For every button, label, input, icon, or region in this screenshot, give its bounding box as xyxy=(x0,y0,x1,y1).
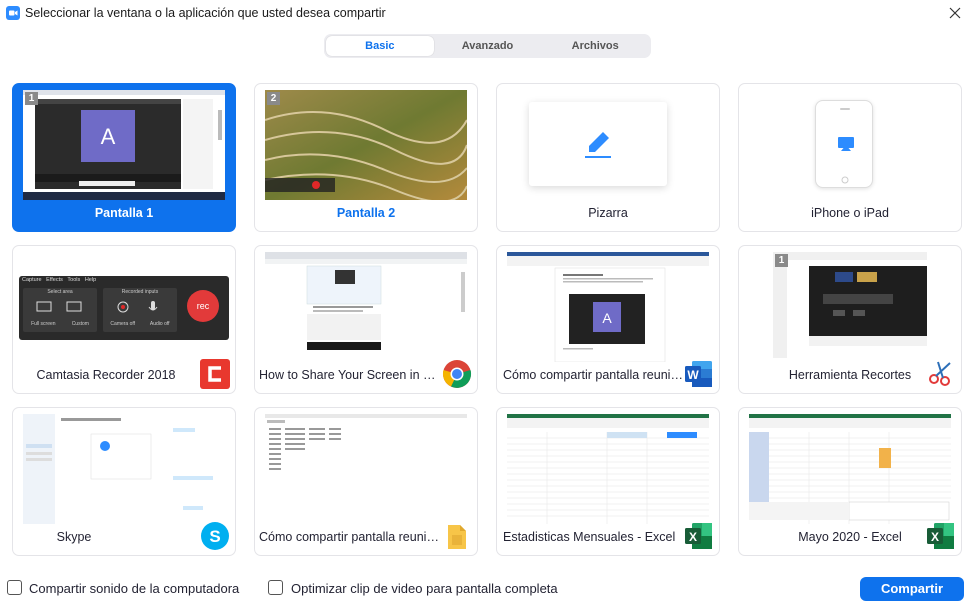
pencil-icon xyxy=(585,132,611,158)
close-button[interactable] xyxy=(944,3,966,23)
full-screen-label: Full screen xyxy=(31,321,56,327)
share-card-skype[interactable]: Skype S xyxy=(12,407,236,556)
share-sound-label: Compartir sonido de la computadora xyxy=(29,581,240,596)
audio-off-label: Audio off xyxy=(149,321,170,327)
card-label: How to Share Your Screen in a Zo... xyxy=(259,368,441,382)
recorder-menu-tools: Tools xyxy=(67,277,81,283)
chrome-thumbnail xyxy=(265,252,467,362)
camera-mic-icon xyxy=(117,301,158,313)
snipping-thumbnail: 1 xyxy=(773,252,927,358)
card-label: Cómo compartir pantalla reunio... xyxy=(259,530,441,544)
tab-avanzado[interactable]: Avanzado xyxy=(434,36,542,56)
explorer-thumbnail xyxy=(265,414,467,524)
card-label: Pizarra xyxy=(588,206,628,220)
zoom-logo-icon xyxy=(6,6,20,20)
share-card-pizarra[interactable]: Pizarra xyxy=(496,83,720,232)
camtasia-thumbnail: Capture Effects Tools Help Select area F… xyxy=(19,276,229,340)
recorder-menu-help: Help xyxy=(84,277,97,283)
card-label: Pantalla 1 xyxy=(94,206,154,220)
card-label: Skype xyxy=(56,530,92,544)
chrome-icon xyxy=(442,360,472,388)
word-icon: W xyxy=(685,361,712,387)
share-card-iphone-ipad[interactable]: iPhone o iPad xyxy=(738,83,962,232)
share-card-pantalla-2[interactable]: 2 Pantalla 2 xyxy=(254,83,478,232)
excel-icon: X xyxy=(685,523,712,549)
svg-text:S: S xyxy=(209,527,220,546)
tab-basic[interactable]: Basic xyxy=(326,36,434,56)
svg-text:A: A xyxy=(101,124,116,149)
footer-bar: Compartir sonido de la computadora Optim… xyxy=(0,572,976,610)
camtasia-icon xyxy=(200,359,230,389)
share-button[interactable]: Compartir xyxy=(860,577,964,601)
share-card-pantalla-1[interactable]: A 1 Pantalla 1 xyxy=(12,83,236,232)
optimize-video-checkbox[interactable] xyxy=(268,580,283,595)
card-label: Pantalla 2 xyxy=(336,206,396,220)
screen-number-badge: 1 xyxy=(775,254,788,267)
share-card-excel-estadisticas[interactable]: Estadisticas Mensuales - Excel X xyxy=(496,407,720,556)
rec-label: rec xyxy=(196,301,210,311)
recorder-select-area-label: Select area xyxy=(47,289,73,295)
title-bar: Seleccionar la ventana o la aplicación q… xyxy=(0,0,976,26)
svg-text:A: A xyxy=(602,310,612,326)
share-card-snipping-tool[interactable]: 1 Herramienta Recortes xyxy=(738,245,962,394)
excel-icon: X xyxy=(927,523,954,549)
svg-text:X: X xyxy=(931,530,939,544)
camera-off-label: Camera off xyxy=(110,321,136,327)
snipping-tool-icon xyxy=(929,361,951,386)
skype-thumbnail xyxy=(23,414,225,524)
card-label: Camtasia Recorder 2018 xyxy=(36,368,176,382)
recorder-inputs-label: Recorded inputs xyxy=(121,289,159,295)
card-label: iPhone o iPad xyxy=(811,206,889,220)
iphone-thumbnail xyxy=(815,100,873,188)
card-label: Estadisticas Mensuales - Excel xyxy=(503,530,676,544)
custom-label: Custom xyxy=(71,321,89,327)
share-card-chrome[interactable]: How to Share Your Screen in a Zo... xyxy=(254,245,478,394)
skype-icon: S xyxy=(201,522,229,550)
share-grid: A 1 Pantalla 1 2 Pantalla 2 Pizarra iPho… xyxy=(12,83,964,556)
svg-text:X: X xyxy=(689,530,697,544)
recorder-menu-effects: Effects xyxy=(46,277,63,283)
airplay-icon xyxy=(838,108,854,184)
screen-number-badge: 2 xyxy=(267,92,280,105)
optimize-video-label: Optimizar clip de video para pantalla co… xyxy=(291,581,558,596)
window-title: Seleccionar la ventana o la aplicación q… xyxy=(25,6,386,20)
excel-thumbnail-1 xyxy=(507,414,709,524)
share-tabs: Basic Avanzado Archivos xyxy=(324,34,651,58)
share-card-camtasia[interactable]: Capture Effects Tools Help Select area F… xyxy=(12,245,236,394)
rec-button: rec xyxy=(187,290,219,322)
screen-2-thumbnail: 2 xyxy=(265,90,467,200)
monitor-icon xyxy=(36,301,82,312)
word-thumbnail: A xyxy=(507,252,709,362)
share-card-excel-mayo[interactable]: Mayo 2020 - Excel X xyxy=(738,407,962,556)
folder-icon xyxy=(448,525,466,549)
share-sound-checkbox[interactable] xyxy=(7,580,22,595)
tab-archivos[interactable]: Archivos xyxy=(541,36,649,56)
share-card-word[interactable]: A Cómo compartir pantalla reunio... W xyxy=(496,245,720,394)
screen-number-badge: 1 xyxy=(25,92,38,105)
svg-text:W: W xyxy=(687,368,699,382)
recorder-menu-capture: Capture xyxy=(22,277,42,283)
excel-thumbnail-2 xyxy=(749,414,951,524)
screen-1-thumbnail: A 1 xyxy=(23,90,225,200)
close-icon xyxy=(949,7,961,19)
card-label: Cómo compartir pantalla reunio... xyxy=(503,368,683,382)
share-card-explorer[interactable]: Cómo compartir pantalla reunio... xyxy=(254,407,478,556)
whiteboard-thumbnail xyxy=(529,102,667,186)
